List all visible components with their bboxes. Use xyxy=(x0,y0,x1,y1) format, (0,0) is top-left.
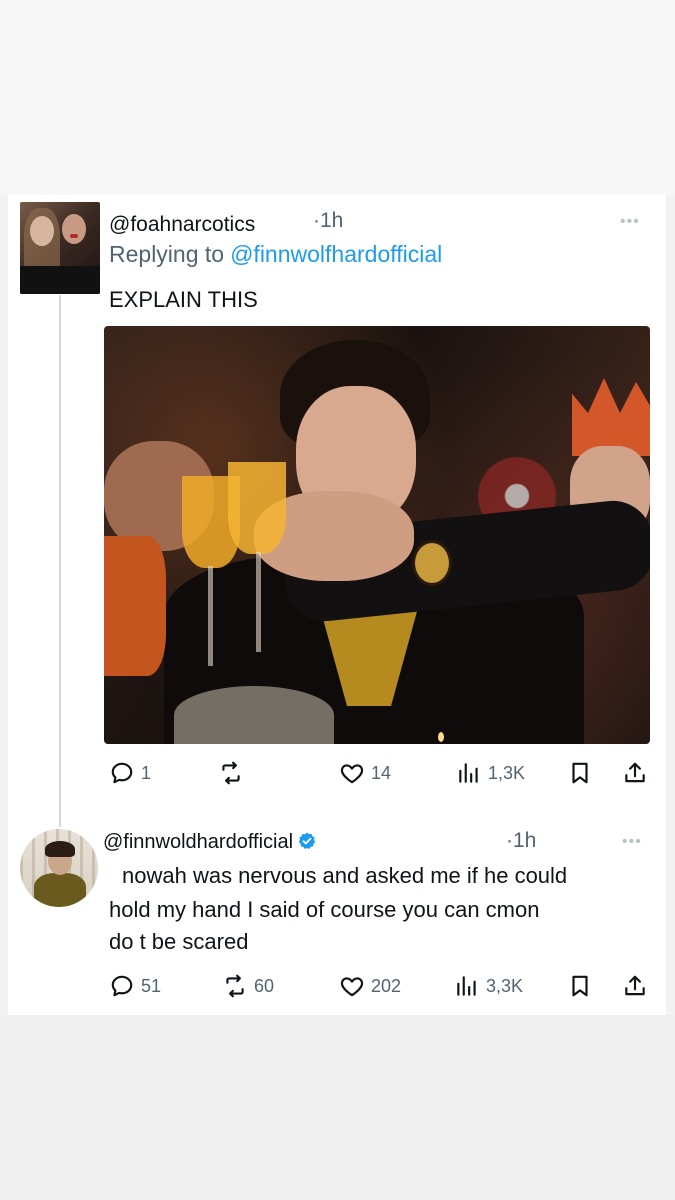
views-button[interactable]: 3,3K xyxy=(454,971,523,1001)
tweet-text-line-2: hold my hand I said of course you can cm… xyxy=(109,897,540,922)
thread-connector-line xyxy=(59,295,61,827)
tweet-author-handle-text: @finnwoldhardofficial xyxy=(103,831,294,853)
share-upload-icon xyxy=(622,973,648,999)
reply-bubble-icon xyxy=(109,760,135,786)
tweet-action-bar: 51 60 202 3,3K xyxy=(8,971,666,1001)
reply-button[interactable]: 1 xyxy=(109,758,151,788)
retweet-button[interactable]: 60 xyxy=(222,971,274,1001)
like-button[interactable]: 202 xyxy=(339,971,401,1001)
avatar[interactable] xyxy=(20,829,98,907)
tweet-text-line-1: nowah was nervous and asked me if he cou… xyxy=(122,863,568,888)
tweet-text-line-3: do t be scared xyxy=(109,929,249,954)
like-count: 14 xyxy=(371,762,392,783)
retweet-icon xyxy=(222,973,248,999)
heart-icon xyxy=(339,760,365,786)
reply-button[interactable]: 51 xyxy=(109,971,161,1001)
share-button[interactable] xyxy=(622,758,648,788)
views-count: 1,3K xyxy=(488,762,526,783)
more-options-icon[interactable]: ••• xyxy=(620,213,640,231)
retweet-count: 60 xyxy=(254,975,275,996)
tweet-media-photo[interactable] xyxy=(104,326,650,744)
views-button[interactable]: 1,3K xyxy=(456,758,525,788)
bottom-background xyxy=(0,1015,675,1200)
bookmark-button[interactable] xyxy=(567,758,593,788)
heart-icon xyxy=(339,973,365,999)
reply-bubble-icon xyxy=(109,973,135,999)
tweet-action-bar: 1 14 1,3K xyxy=(8,758,666,788)
views-bar-chart-icon xyxy=(454,973,480,999)
more-options-icon[interactable]: ••• xyxy=(622,833,642,851)
like-button[interactable]: 14 xyxy=(339,758,391,788)
tweet-text: EXPLAIN THIS xyxy=(109,287,258,312)
views-bar-chart-icon xyxy=(456,760,482,786)
reply-count: 1 xyxy=(141,762,152,783)
retweet-button[interactable] xyxy=(218,758,250,788)
tweet-timestamp[interactable]: ·1h xyxy=(313,209,343,233)
like-count: 202 xyxy=(371,975,402,996)
share-upload-icon xyxy=(622,760,648,786)
bookmark-button[interactable] xyxy=(567,971,593,1001)
replying-to-line: Replying to @finnwolfhardofficial xyxy=(109,241,442,268)
bookmark-icon xyxy=(567,760,593,786)
replying-to-label: Replying to xyxy=(109,241,225,267)
verified-badge-icon xyxy=(297,831,317,851)
replying-to-mention-link[interactable]: @finnwolfhardofficial xyxy=(230,241,442,267)
share-button[interactable] xyxy=(622,971,648,1001)
views-count: 3,3K xyxy=(486,975,524,996)
reply-count: 51 xyxy=(141,975,162,996)
retweet-icon xyxy=(218,760,244,786)
tweet-thread-card: @foahnarcotics ·1h ••• Replying to @finnw… xyxy=(8,195,666,1015)
bookmark-icon xyxy=(567,973,593,999)
top-background xyxy=(0,0,675,195)
avatar[interactable] xyxy=(20,202,100,294)
tweet-timestamp[interactable]: ·1h xyxy=(506,829,536,853)
tweet-author-handle[interactable]: @foahnarcotics xyxy=(109,213,255,237)
tweet-author-handle[interactable]: @finnwoldhardofficial xyxy=(103,831,317,854)
